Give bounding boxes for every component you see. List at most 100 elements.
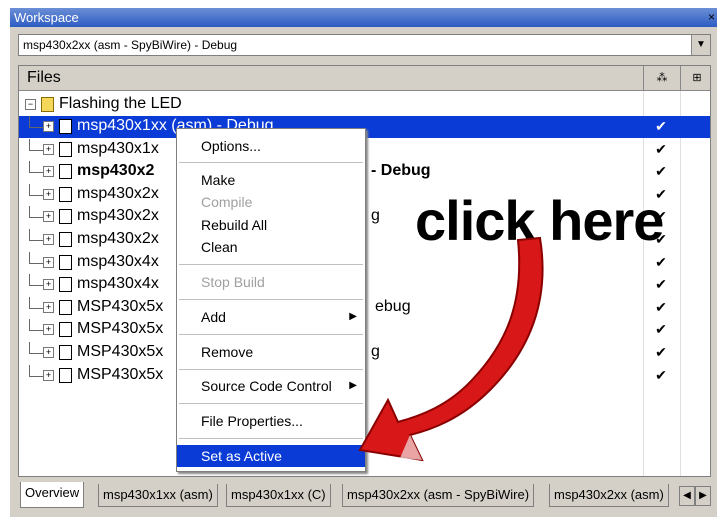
- tree-connector: [29, 319, 44, 332]
- tree-connector: [29, 342, 44, 354]
- project-icon: [59, 345, 72, 360]
- menu-item-stop-build[interactable]: Stop Build: [177, 271, 365, 293]
- tree-item-label: msp430x2x: [77, 184, 159, 202]
- project-icon: [59, 254, 72, 270]
- tree-item-label: msp430x4x: [77, 275, 159, 293]
- expand-icon[interactable]: +: [43, 279, 54, 291]
- checkmark-icon: ✔: [655, 298, 667, 315]
- menu-item-label: Options...: [201, 138, 261, 154]
- expand-icon[interactable]: +: [43, 347, 54, 358]
- tab-msp430x1xx-c[interactable]: msp430x1xx (C): [226, 484, 331, 507]
- tree-connector: [29, 296, 44, 309]
- tab-scroll-left-icon[interactable]: ◀: [679, 486, 695, 506]
- close-icon[interactable]: ×: [708, 10, 715, 24]
- tree-item-label-suffix: g: [371, 207, 380, 225]
- expand-icon[interactable]: +: [43, 369, 54, 381]
- tree-item-label: MSP430x5x: [77, 320, 164, 338]
- menu-separator: [179, 264, 363, 265]
- project-icon: [59, 186, 72, 202]
- workspace-title-bar: Workspace ×: [10, 8, 717, 27]
- workspace-name: Flashing the LED: [59, 95, 182, 112]
- tab-overview[interactable]: Overview: [20, 482, 85, 508]
- checkmark-icon: ✔: [655, 321, 667, 338]
- tree-item-label: MSP430x5x: [77, 365, 164, 383]
- menu-item-set-as-active[interactable]: Set as Active: [177, 445, 365, 467]
- menu-item-source-code-control[interactable]: Source Code Control ▶: [177, 375, 365, 397]
- tree-connector: [29, 251, 44, 264]
- menu-item-label: Set as Active: [201, 448, 282, 464]
- tree-root[interactable]: − Flashing the LED: [19, 94, 710, 116]
- menu-item-label: Clean: [201, 239, 238, 255]
- menu-item-compile[interactable]: Compile: [177, 191, 365, 213]
- project-icon: [59, 367, 72, 383]
- menu-item-file-properties[interactable]: File Properties...: [177, 410, 365, 432]
- expand-icon[interactable]: +: [43, 324, 54, 336]
- configuration-select[interactable]: msp430x2xx (asm - SpyBiWire) - Debug ▼: [18, 34, 711, 56]
- tree-item-label-suffix: - Debug: [371, 162, 431, 180]
- project-icon: [59, 232, 72, 247]
- menu-item-make[interactable]: Make: [177, 169, 365, 191]
- menu-item-label: Add: [201, 309, 226, 325]
- menu-item-options[interactable]: Options...: [177, 135, 365, 157]
- tree-item-label: MSP430x5x: [77, 297, 164, 315]
- build-status-icon[interactable]: ⁂: [643, 66, 680, 90]
- menu-item-label: Compile: [201, 194, 253, 210]
- checkmark-icon: ✔: [655, 140, 667, 157]
- workspace-folder-icon: [41, 97, 54, 112]
- checkmark-icon: ✔: [655, 118, 667, 134]
- expand-icon[interactable]: +: [43, 188, 54, 200]
- expand-icon[interactable]: +: [43, 121, 54, 132]
- menu-separator: [179, 403, 363, 404]
- expand-icon[interactable]: +: [43, 234, 54, 245]
- menu-separator: [179, 299, 363, 300]
- expand-icon[interactable]: +: [43, 301, 54, 313]
- menu-item-label: Stop Build: [201, 274, 265, 290]
- tree-item-label: msp430x2x: [77, 207, 159, 225]
- tree-connector: [29, 183, 44, 196]
- project-icon: [59, 322, 72, 338]
- tab-scroll-right-icon[interactable]: ▶: [695, 486, 711, 506]
- tree-header: Files ⁂ ⊞: [19, 66, 710, 91]
- menu-separator: [179, 438, 363, 439]
- expand-icon[interactable]: +: [43, 143, 54, 155]
- menu-item-clean[interactable]: Clean: [177, 236, 365, 258]
- red-arrow-icon: [358, 236, 544, 462]
- chevron-down-icon[interactable]: ▼: [691, 35, 710, 55]
- tree-connector: [29, 229, 44, 241]
- tree-item-label: MSP430x5x: [77, 343, 164, 360]
- project-icon: [59, 141, 72, 157]
- menu-item-label: Remove: [201, 344, 254, 360]
- tree-connector: [29, 161, 44, 174]
- menu-item-rebuild-all[interactable]: Rebuild All: [177, 214, 365, 236]
- tree-item-label: msp430x1x: [77, 139, 159, 157]
- tree-connector: [29, 138, 44, 151]
- workspace-title: Workspace: [14, 10, 79, 25]
- tree-item-label: msp430x4x: [77, 252, 159, 270]
- expand-icon[interactable]: +: [43, 256, 54, 268]
- checkmark-icon: ✔: [655, 366, 667, 383]
- menu-separator: [179, 334, 363, 335]
- tab-msp430x1xx-asm[interactable]: msp430x1xx (asm): [98, 484, 218, 507]
- expand-icon[interactable]: +: [43, 166, 54, 178]
- project-icon: [59, 119, 72, 134]
- tree-connector: [29, 364, 44, 377]
- options-column-icon[interactable]: ⊞: [680, 66, 710, 90]
- checkmark-icon: ✔: [655, 163, 667, 180]
- menu-item-label: Source Code Control: [201, 378, 332, 394]
- tree-connector: [29, 206, 44, 219]
- tree-connector: [29, 116, 44, 128]
- menu-item-remove[interactable]: Remove: [177, 341, 365, 363]
- files-column-header: Files: [27, 69, 61, 86]
- tab-msp430x2xx-asm[interactable]: msp430x2xx (asm): [549, 484, 669, 507]
- collapse-icon[interactable]: −: [25, 99, 36, 110]
- tree-connector: [29, 274, 44, 287]
- context-menu: Options... Make Compile Rebuild All Clea…: [176, 128, 366, 472]
- tree-item-label: msp430x2: [77, 162, 155, 180]
- project-icon: [59, 209, 72, 225]
- menu-item-label: Rebuild All: [201, 217, 268, 233]
- menu-item-add[interactable]: Add ▶: [177, 306, 365, 328]
- checkmark-icon: ✔: [655, 253, 667, 270]
- project-icon: [59, 277, 72, 293]
- project-icon: [59, 299, 72, 315]
- expand-icon[interactable]: +: [43, 211, 54, 223]
